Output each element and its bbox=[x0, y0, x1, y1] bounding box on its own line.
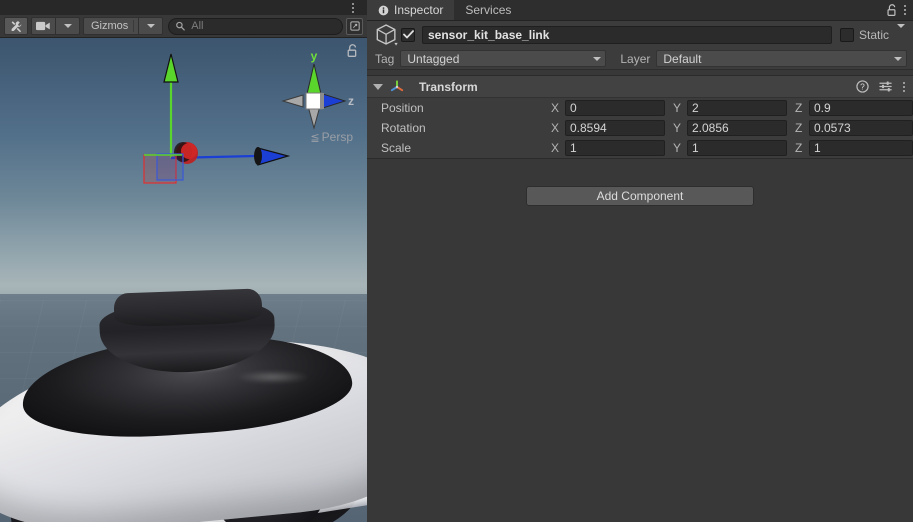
scene-view-lock-icon[interactable] bbox=[346, 44, 359, 58]
transform-row-scale: Scale X 1 Y 1 Z 1 bbox=[367, 138, 913, 158]
tag-label: Tag bbox=[375, 52, 394, 66]
scale-y-field[interactable]: 1 bbox=[687, 140, 787, 156]
gameobject-name-field[interactable]: sensor_kit_base_link bbox=[422, 26, 832, 44]
camera-icon[interactable] bbox=[31, 17, 56, 35]
transform-foldout-icon[interactable] bbox=[373, 84, 383, 90]
view-gizmo-z-label: z bbox=[348, 94, 354, 108]
rotation-y-field[interactable]: 2.0856 bbox=[687, 120, 787, 136]
scale-axes: X 1 Y 1 Z 1 bbox=[551, 140, 913, 156]
tab-inspector-label: Inspector bbox=[394, 3, 443, 17]
scale-label: Scale bbox=[381, 141, 551, 155]
static-dropdown-caret-icon[interactable] bbox=[897, 28, 905, 42]
rotation-z-letter: Z bbox=[795, 121, 809, 135]
tag-caret-icon bbox=[593, 57, 601, 61]
search-icon bbox=[175, 21, 186, 32]
transform-header-actions: ? bbox=[856, 80, 905, 93]
tag-layer-row: Tag Untagged Layer Default bbox=[367, 48, 913, 70]
info-icon bbox=[378, 5, 389, 16]
gameobject-cube-icon[interactable] bbox=[375, 23, 401, 47]
gizmos-group: Gizmos bbox=[83, 17, 163, 35]
scene-search-placeholder: All bbox=[191, 20, 203, 32]
gameobject-name-value: sensor_kit_base_link bbox=[428, 28, 549, 42]
tools-wrench-icon[interactable] bbox=[4, 17, 28, 35]
add-component-container: Add Component bbox=[367, 186, 913, 206]
rotation-x-field[interactable]: 0.8594 bbox=[565, 120, 665, 136]
sensor-kit-top-box bbox=[113, 288, 262, 327]
position-z-field[interactable]: 0.9 bbox=[809, 100, 913, 116]
inspector-panel: Inspector Services bbox=[367, 0, 913, 522]
scale-y-letter: Y bbox=[673, 141, 687, 155]
view-gizmo-y-cone bbox=[307, 64, 321, 94]
static-checkbox[interactable] bbox=[840, 28, 854, 42]
tab-services[interactable]: Services bbox=[454, 0, 522, 20]
inspector-tab-bar: Inspector Services bbox=[367, 0, 913, 21]
gizmos-divider bbox=[133, 20, 134, 32]
transform-component-header[interactable]: Transform ? bbox=[367, 76, 913, 98]
layer-caret-icon bbox=[894, 57, 902, 61]
tag-dropdown[interactable]: Untagged bbox=[400, 50, 606, 67]
gameobject-enabled-checkbox[interactable] bbox=[401, 28, 415, 42]
svg-text:?: ? bbox=[860, 82, 865, 92]
view-gizmo-z-cone bbox=[323, 94, 345, 108]
tab-services-label: Services bbox=[465, 3, 511, 17]
unity-editor-window: Gizmos All bbox=[0, 0, 913, 522]
scene-tab-strip bbox=[0, 0, 367, 15]
view-gizmo-y-label: y bbox=[311, 49, 318, 63]
projection-mode-label[interactable]: ≦Persp bbox=[310, 130, 353, 144]
inspector-kebab-menu-icon[interactable] bbox=[904, 5, 906, 15]
view-gizmo-cube-side bbox=[320, 93, 324, 109]
static-label: Static bbox=[859, 28, 889, 42]
persp-text: Persp bbox=[322, 130, 353, 144]
position-z-letter: Z bbox=[795, 101, 809, 115]
transform-axes-icon bbox=[389, 79, 405, 95]
rotation-y-letter: Y bbox=[673, 121, 687, 135]
view-gizmo-center-cube bbox=[306, 93, 322, 109]
position-label: Position bbox=[381, 101, 551, 115]
rotation-axes: X 0.8594 Y 2.0856 Z 0.0573 bbox=[551, 120, 913, 136]
scene-search-expand-icon[interactable] bbox=[346, 18, 363, 35]
layer-dropdown[interactable]: Default bbox=[656, 50, 907, 67]
inspector-tabbar-actions bbox=[886, 0, 913, 20]
transform-component: Transform ? bbox=[367, 75, 913, 159]
preset-sliders-icon[interactable] bbox=[879, 80, 893, 93]
position-axes: X 0 Y 2 Z 0.9 bbox=[551, 100, 913, 116]
cowl-specular-highlight-2 bbox=[238, 371, 308, 383]
scene-viewport[interactable]: y z ≦Persp bbox=[0, 38, 367, 522]
view-gizmo-neg-x-cone bbox=[283, 95, 303, 107]
help-question-icon[interactable]: ? bbox=[856, 80, 869, 93]
tag-value: Untagged bbox=[407, 52, 459, 66]
gizmos-button[interactable]: Gizmos bbox=[83, 17, 139, 35]
transform-kebab-menu-icon[interactable] bbox=[903, 82, 905, 92]
position-y-field[interactable]: 2 bbox=[687, 100, 787, 116]
layer-value: Default bbox=[663, 52, 701, 66]
scene-kebab-menu-icon[interactable] bbox=[347, 1, 359, 14]
position-y-letter: Y bbox=[673, 101, 687, 115]
gizmos-label: Gizmos bbox=[88, 20, 133, 32]
transform-row-position: Position X 0 Y 2 Z 0.9 bbox=[367, 98, 913, 118]
camera-gizmo-group bbox=[31, 17, 80, 35]
rotation-label: Rotation bbox=[381, 121, 551, 135]
scale-z-field[interactable]: 1 bbox=[809, 140, 913, 156]
rotation-x-letter: X bbox=[551, 121, 565, 135]
scale-x-field[interactable]: 1 bbox=[565, 140, 665, 156]
gizmos-dropdown-caret-icon[interactable] bbox=[139, 17, 163, 35]
scale-x-letter: X bbox=[551, 141, 565, 155]
gameobject-header: sensor_kit_base_link Static bbox=[367, 21, 913, 48]
rotation-z-field[interactable]: 0.0573 bbox=[809, 120, 913, 136]
add-component-button[interactable]: Add Component bbox=[526, 186, 754, 206]
transform-row-rotation: Rotation X 0.8594 Y 2.0856 Z 0.0573 bbox=[367, 118, 913, 138]
transform-title: Transform bbox=[419, 80, 478, 94]
layer-label: Layer bbox=[620, 52, 650, 66]
tab-inspector[interactable]: Inspector bbox=[367, 0, 454, 20]
scene-view-panel: Gizmos All bbox=[0, 0, 367, 522]
position-x-letter: X bbox=[551, 101, 565, 115]
scene-search-field[interactable]: All bbox=[168, 18, 343, 35]
inspector-lock-icon[interactable] bbox=[886, 4, 898, 17]
position-x-field[interactable]: 0 bbox=[565, 100, 665, 116]
scale-z-letter: Z bbox=[795, 141, 809, 155]
camera-dropdown-caret-icon[interactable] bbox=[56, 17, 80, 35]
scene-toolbar: Gizmos All bbox=[0, 15, 367, 38]
